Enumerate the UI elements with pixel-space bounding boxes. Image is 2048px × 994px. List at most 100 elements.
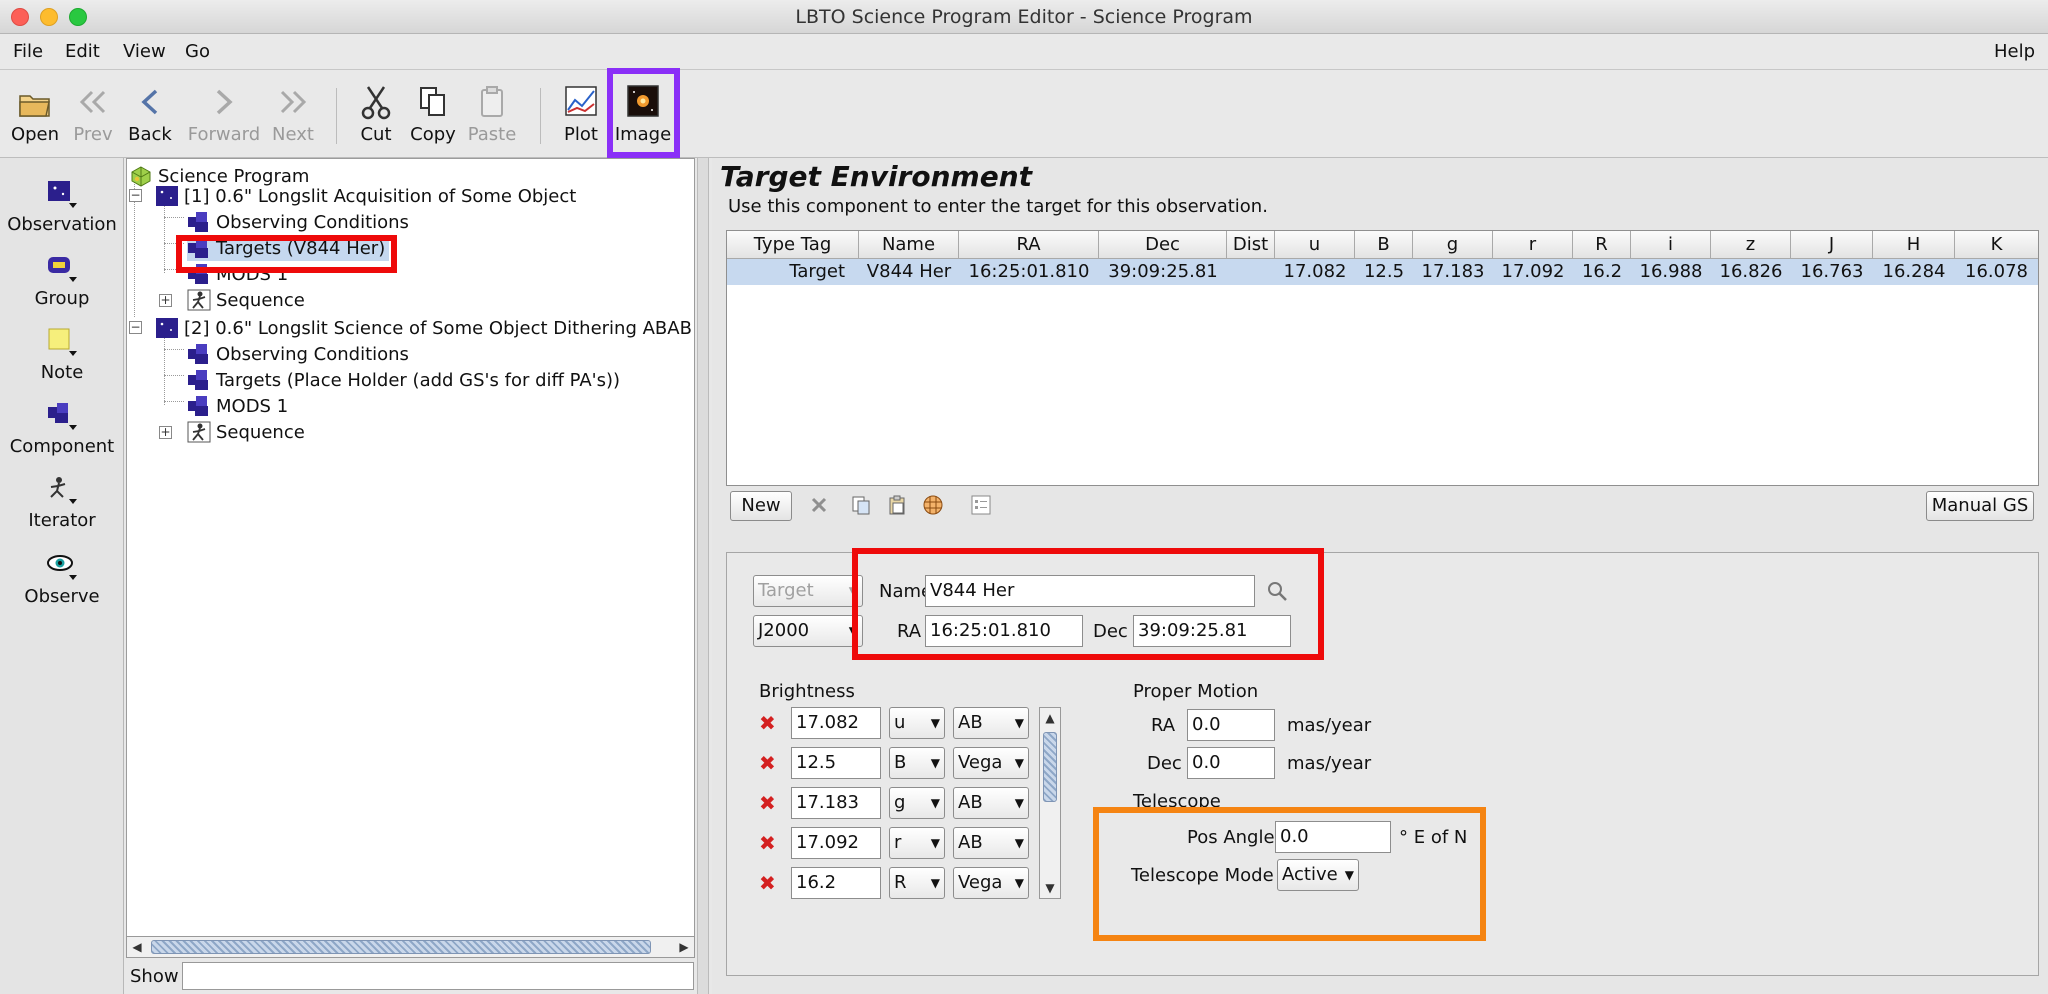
column-header[interactable]: Dist xyxy=(1227,231,1275,259)
scroll-left-arrow-icon[interactable]: ◀ xyxy=(127,937,147,957)
back-button[interactable]: Back xyxy=(124,82,176,156)
brightness-system-select[interactable]: AB ▼ xyxy=(953,787,1029,819)
copy-button[interactable]: Copy xyxy=(408,82,458,156)
column-header[interactable]: z xyxy=(1711,231,1791,259)
toolbar: Open Prev Back Forward Next Cut Copy Pas… xyxy=(0,70,2048,158)
scroll-down-arrow-icon[interactable]: ▼ xyxy=(1040,878,1060,898)
palette-group[interactable]: Group xyxy=(0,250,124,309)
zoom-window-button[interactable] xyxy=(69,8,87,26)
palette-component[interactable]: Component xyxy=(0,398,124,457)
close-window-button[interactable] xyxy=(11,8,29,26)
targets-node-highlight xyxy=(176,235,397,273)
tree-item-observation-2[interactable]: [2] 0.6" Longslit Science of Some Object… xyxy=(155,315,694,341)
tree-item-observation-1[interactable]: [1] 0.6" Longslit Acquisition of Some Ob… xyxy=(155,183,576,209)
menu-file[interactable]: File xyxy=(13,41,43,62)
tree-item-sequence[interactable]: Sequence xyxy=(187,287,305,313)
menu-help[interactable]: Help xyxy=(1994,41,2035,62)
paste-button[interactable]: Paste xyxy=(466,82,518,156)
tree-expand-toggle[interactable]: + xyxy=(159,294,172,307)
palette-observe[interactable]: Observe xyxy=(0,548,124,607)
palette-note[interactable]: Note xyxy=(0,324,124,383)
grid-icon[interactable] xyxy=(922,494,944,516)
brightness-value-input[interactable]: 17.082 xyxy=(791,707,881,739)
cut-button[interactable]: Cut xyxy=(354,82,398,156)
table-cell: V844 Her xyxy=(866,261,952,282)
new-target-button[interactable]: New xyxy=(730,491,792,521)
tree-collapse-toggle[interactable]: − xyxy=(129,189,142,202)
show-filter-input[interactable] xyxy=(182,962,694,990)
toolbar-separator xyxy=(336,88,337,144)
column-header[interactable]: Type Tag xyxy=(727,231,859,259)
column-header[interactable]: R xyxy=(1573,231,1631,259)
column-header[interactable]: RA xyxy=(959,231,1099,259)
paste-icon[interactable] xyxy=(886,494,908,516)
remove-brightness-icon[interactable]: ✖ xyxy=(759,711,776,735)
scrollbar-thumb[interactable] xyxy=(1043,732,1057,802)
remove-brightness-icon[interactable]: ✖ xyxy=(759,751,776,775)
forward-button[interactable]: Forward xyxy=(182,82,266,156)
brightness-band-select[interactable]: u ▼ xyxy=(889,707,945,739)
plot-button[interactable]: Plot xyxy=(558,82,604,156)
remove-icon[interactable] xyxy=(808,494,830,516)
brightness-value-input[interactable]: 16.2 xyxy=(791,867,881,899)
menu-view[interactable]: View xyxy=(123,41,166,62)
minimize-window-button[interactable] xyxy=(40,8,58,26)
brightness-band-select[interactable]: B ▼ xyxy=(889,747,945,779)
brightness-band-select[interactable]: R ▼ xyxy=(889,867,945,899)
palette-observation[interactable]: Observation xyxy=(0,176,124,235)
program-tree[interactable]: Science Program − [1] 0.6" Longslit Acqu… xyxy=(126,158,695,958)
column-header[interactable]: g xyxy=(1413,231,1493,259)
column-header[interactable]: Name xyxy=(859,231,959,259)
tree-item-observing-conditions[interactable]: Observing Conditions xyxy=(187,341,409,367)
column-header[interactable]: H xyxy=(1873,231,1955,259)
column-header[interactable]: B xyxy=(1355,231,1413,259)
pm-dec-label: Dec xyxy=(1147,753,1182,774)
list-icon[interactable] xyxy=(970,494,992,516)
brightness-system-select[interactable]: AB ▼ xyxy=(953,707,1029,739)
brightness-system-select[interactable]: Vega ▼ xyxy=(953,747,1029,779)
column-header[interactable]: K xyxy=(1955,231,2038,259)
column-header[interactable]: i xyxy=(1631,231,1711,259)
pane-splitter[interactable] xyxy=(697,158,709,994)
tree-collapse-toggle[interactable]: − xyxy=(129,321,142,334)
copy-icon[interactable] xyxy=(850,494,872,516)
scroll-up-arrow-icon[interactable]: ▲ xyxy=(1040,708,1060,728)
brightness-system-select[interactable]: AB ▼ xyxy=(953,827,1029,859)
table-cell: 16:25:01.810 xyxy=(968,261,1090,282)
brightness-system-select[interactable]: Vega ▼ xyxy=(953,867,1029,899)
palette-iterator[interactable]: Iterator xyxy=(0,472,124,531)
remove-brightness-icon[interactable]: ✖ xyxy=(759,791,776,815)
brightness-value-input[interactable]: 12.5 xyxy=(791,747,881,779)
brightness-band-select[interactable]: r ▼ xyxy=(889,827,945,859)
tree-horizontal-scrollbar[interactable]: ◀ ▶ xyxy=(126,936,695,958)
remove-brightness-icon[interactable]: ✖ xyxy=(759,831,776,855)
brightness-value-input[interactable]: 17.092 xyxy=(791,827,881,859)
tree-item-sequence[interactable]: Sequence xyxy=(187,419,305,445)
brightness-value-input[interactable]: 17.183 xyxy=(791,787,881,819)
tree-item-mods[interactable]: MODS 1 xyxy=(187,393,288,419)
scrollbar-thumb[interactable] xyxy=(151,940,651,954)
pm-dec-input[interactable]: 0.0 xyxy=(1187,747,1275,779)
column-header[interactable]: r xyxy=(1493,231,1573,259)
tree-expand-toggle[interactable]: + xyxy=(159,426,172,439)
pm-ra-input[interactable]: 0.0 xyxy=(1187,709,1275,741)
epoch-select[interactable]: J2000 ▼ xyxy=(753,615,863,647)
column-header[interactable]: u xyxy=(1275,231,1355,259)
target-type-select[interactable]: Target ▼ xyxy=(753,575,863,607)
next-button[interactable]: Next xyxy=(268,82,318,156)
brightness-band-select[interactable]: g ▼ xyxy=(889,787,945,819)
brightness-scrollbar[interactable]: ▲ ▼ xyxy=(1039,707,1061,899)
component-icon xyxy=(188,370,208,390)
menu-edit[interactable]: Edit xyxy=(65,41,100,62)
remove-brightness-icon[interactable]: ✖ xyxy=(759,871,776,895)
open-button[interactable]: Open xyxy=(8,82,62,156)
menu-go[interactable]: Go xyxy=(185,41,210,62)
manual-gs-button[interactable]: Manual GS xyxy=(1926,491,2034,521)
tree-item-targets[interactable]: Targets (Place Holder (add GS's for diff… xyxy=(187,367,620,393)
column-header[interactable]: Dec xyxy=(1099,231,1227,259)
tree-item-observing-conditions[interactable]: Observing Conditions xyxy=(187,209,409,235)
target-table[interactable]: Type Tag Name RA Dec Dist u B g r R i z … xyxy=(726,230,2039,486)
scroll-right-arrow-icon[interactable]: ▶ xyxy=(674,937,694,957)
prev-button[interactable]: Prev xyxy=(68,82,118,156)
column-header[interactable]: J xyxy=(1791,231,1873,259)
